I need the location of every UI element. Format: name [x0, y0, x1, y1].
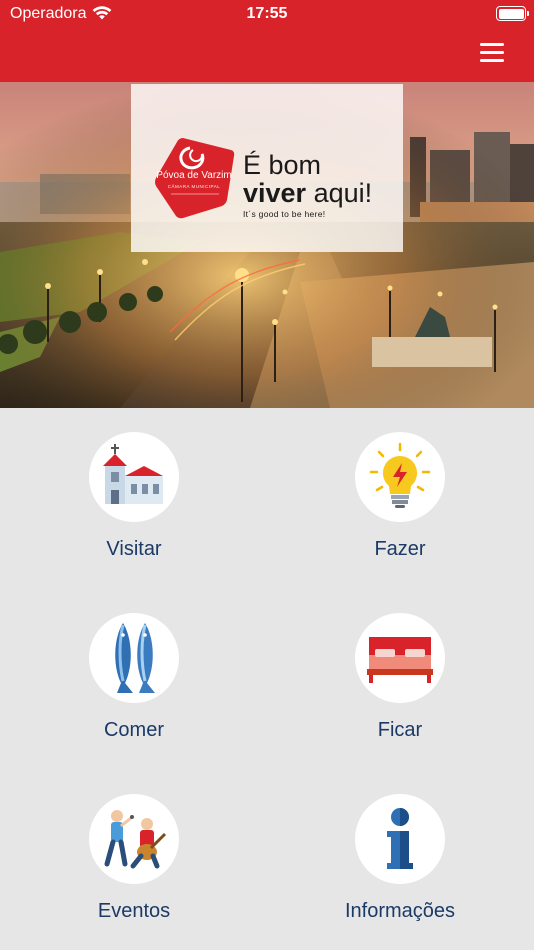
battery-icon	[496, 6, 529, 21]
info-icon	[387, 808, 413, 869]
logo-card: Póvoa de Varzim CÂMARA MUNICIPAL É bom v…	[131, 84, 403, 252]
menu-item-comer[interactable]: Comer	[34, 589, 234, 741]
menu-item-fazer[interactable]: Fazer	[300, 408, 500, 560]
menu-label: Ficar	[377, 719, 423, 741]
menu-item-informacoes[interactable]: Informações	[300, 770, 500, 922]
menu-label: Fazer	[374, 538, 426, 560]
menu-item-ficar-circle	[355, 613, 445, 703]
menu-item-visitar-circle	[89, 432, 179, 522]
tagline-line1: É bom	[243, 150, 322, 180]
tagline-line2: viver aqui!	[243, 180, 372, 207]
main-menu-grid: Visitar Fazer Comer Ficar Eventos Inform…	[0, 408, 534, 950]
logo-name: Póvoa de Varzim	[156, 170, 232, 181]
menu-label: Visitar	[106, 538, 162, 560]
hero-banner: Póvoa de Varzim CÂMARA MUNICIPAL É bom v…	[0, 82, 534, 408]
tagline-bold: viver	[243, 178, 307, 208]
app-header: Operadora 17:55	[0, 0, 534, 82]
church-icon	[103, 444, 163, 504]
povoa-logo: Póvoa de Varzim CÂMARA MUNICIPAL	[153, 136, 235, 220]
menu-item-fazer-circle	[355, 432, 445, 522]
tagline: É bom viver aqui! It´s good to be here!	[243, 152, 372, 219]
menu-item-comer-circle	[89, 613, 179, 703]
tagline-english: It´s good to be here!	[243, 209, 326, 219]
menu-item-visitar[interactable]: Visitar	[34, 408, 234, 560]
logo-subtitle: CÂMARA MUNICIPAL	[167, 184, 221, 189]
menu-item-eventos-circle	[89, 794, 179, 884]
menu-label: Informações	[344, 900, 456, 922]
hamburger-menu-icon[interactable]	[480, 43, 506, 65]
status-bar: Operadora 17:55	[0, 0, 534, 28]
menu-item-eventos[interactable]: Eventos	[34, 770, 234, 922]
menu-label: Comer	[103, 719, 164, 741]
tagline-rest: aqui!	[306, 178, 373, 208]
menu-label: Eventos	[97, 900, 171, 922]
menu-item-informacoes-circle	[355, 794, 445, 884]
lightbulb-icon	[369, 442, 431, 508]
musicians-icon	[104, 810, 167, 869]
status-time: 17:55	[246, 5, 288, 22]
menu-item-ficar[interactable]: Ficar	[300, 589, 500, 741]
bed-icon	[367, 637, 433, 683]
fish-icon	[115, 623, 155, 693]
